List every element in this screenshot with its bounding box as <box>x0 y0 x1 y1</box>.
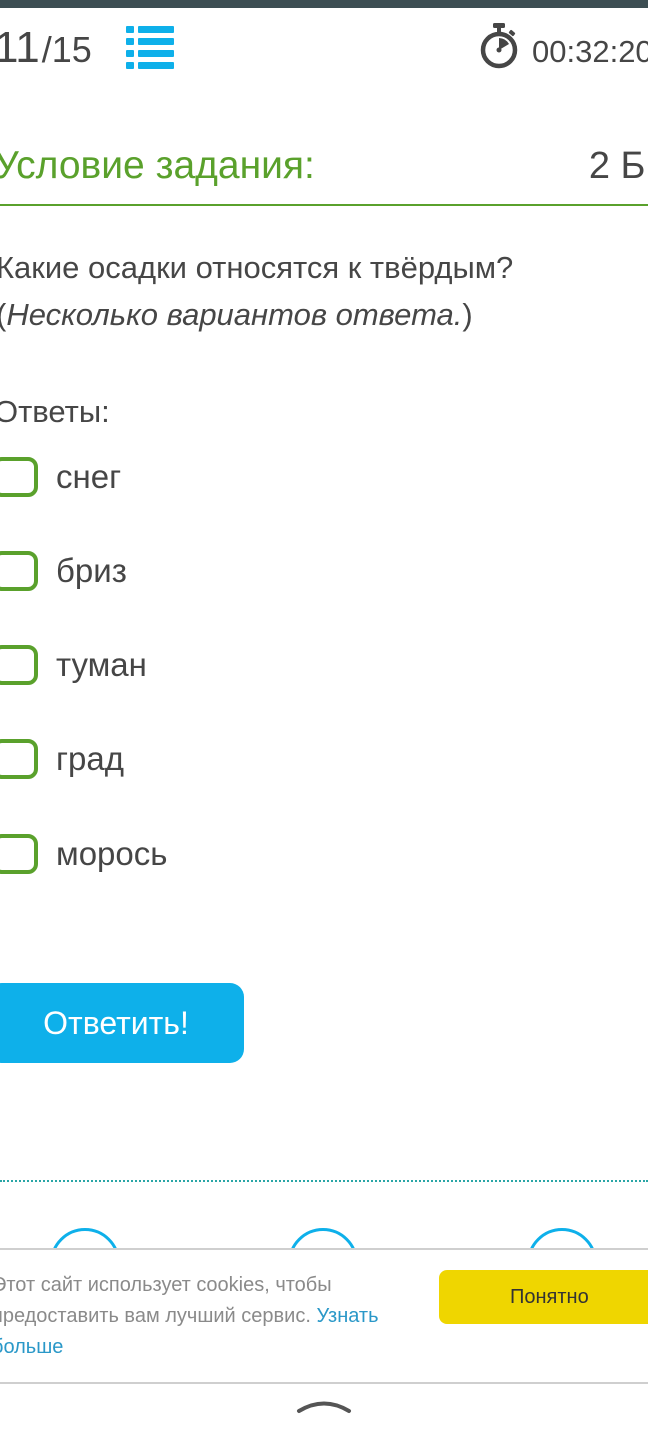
answer-option[interactable]: бриз <box>0 546 127 596</box>
question-hint-line: (Несколько вариантов ответа.) <box>0 291 646 338</box>
stopwatch-icon <box>478 22 520 70</box>
answer-option-label: бриз <box>56 552 127 589</box>
question-counter: 11 / 15 <box>0 20 92 76</box>
checkbox[interactable] <box>0 551 38 591</box>
hint-close-paren: ) <box>462 297 473 332</box>
cookie-accept-button[interactable]: Понятно <box>439 1270 648 1324</box>
checkbox[interactable] <box>0 645 38 685</box>
submit-button[interactable]: Ответить! <box>0 983 244 1063</box>
answer-option-label: морось <box>56 835 168 872</box>
answer-option[interactable]: снег <box>0 452 121 502</box>
question-text: Какие осадки относятся к твёрдым? <box>0 250 514 285</box>
cookie-message: Этот сайт использует cookies, чтобы пред… <box>0 1274 332 1327</box>
checkbox[interactable] <box>0 739 38 779</box>
answers-label: Ответы: <box>0 394 110 429</box>
cookie-text: Этот сайт использует cookies, чтобы пред… <box>0 1270 402 1363</box>
question: Какие осадки относятся к твёрдым? (Неско… <box>0 244 646 338</box>
question-current: 11 <box>0 23 40 72</box>
chevron-up-icon[interactable] <box>296 1394 352 1416</box>
answer-option-label: град <box>56 740 124 777</box>
task-title: Условие задания: <box>0 144 315 187</box>
checkbox[interactable] <box>0 457 38 497</box>
timer: 00:32:20 <box>532 34 648 69</box>
checkbox[interactable] <box>0 834 38 874</box>
answer-option[interactable]: туман <box>0 640 147 690</box>
question-separator: / <box>41 29 52 70</box>
question-hint: Несколько вариантов ответа. <box>6 297 463 332</box>
answer-option[interactable]: град <box>0 734 124 784</box>
top-bar <box>0 0 648 8</box>
answer-option-label: снег <box>56 458 122 495</box>
answer-option[interactable]: морось <box>0 829 167 879</box>
task-points: 2 Б. <box>588 145 648 187</box>
task-header: Условие задания: 2 Б. <box>0 136 648 206</box>
cookie-banner: Этот сайт использует cookies, чтобы пред… <box>0 1248 648 1384</box>
divider <box>0 1180 648 1182</box>
question-total: 15 <box>51 29 92 70</box>
answer-option-label: туман <box>56 646 147 683</box>
test-page: 11 / 15 00:32:20 Условие задания: 2 Б Ка… <box>0 0 648 1440</box>
list-icon[interactable] <box>126 26 174 70</box>
